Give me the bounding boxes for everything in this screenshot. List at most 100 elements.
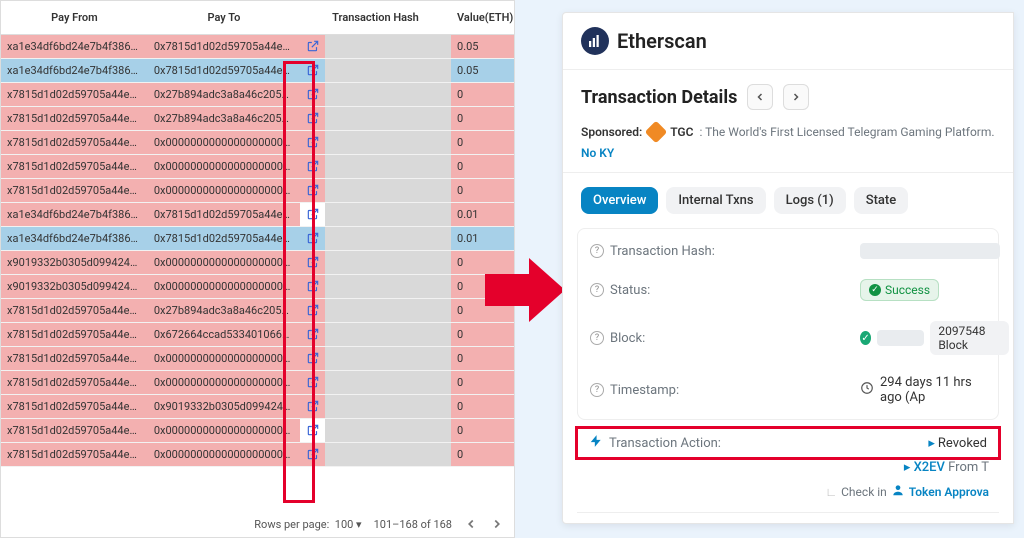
pagination-range: 101–168 of 168 [374, 518, 452, 531]
cell-tx-hash [325, 59, 451, 83]
cell-pay-from: xa1e34df6bd24e7b4f3862aeb39... [1, 203, 148, 227]
table-row[interactable]: xa1e34df6bd24e7b4f3862aeb39...0x7815d1d0… [1, 203, 514, 227]
cell-pay-to: 0x000000000000000000000000... [148, 347, 300, 371]
block-confirmations: 2097548 Block [930, 321, 1009, 355]
label-tx-hash: Transaction Hash: [610, 244, 715, 259]
open-tx-link[interactable] [300, 83, 325, 107]
open-tx-link[interactable] [300, 275, 325, 299]
help-icon[interactable]: ? [590, 283, 604, 297]
cell-pay-from: x7815d1d02d59705a44eaab71b... [1, 155, 148, 179]
table-row[interactable]: x7815d1d02d59705a44eaab71b...0x27b894adc… [1, 107, 514, 131]
cell-pay-from: x7815d1d02d59705a44eaab71b... [1, 179, 148, 203]
table-row[interactable]: x7815d1d02d59705a44eaab71b...0x000000000… [1, 179, 514, 203]
cell-value: 0 [451, 347, 514, 371]
label-status: Status: [610, 283, 650, 298]
table-row[interactable]: x7815d1d02d59705a44eaab71b...0x000000000… [1, 371, 514, 395]
table-row[interactable]: x7815d1d02d59705a44eaab71b...0x000000000… [1, 155, 514, 179]
table-row[interactable]: x7815d1d02d59705a44eaab71b...0x000000000… [1, 443, 514, 467]
cell-tx-hash [325, 131, 451, 155]
block-number-redacted [877, 330, 924, 346]
table-row[interactable]: xa1e34df6bd24e7b4f3862aeb39...0x7815d1d0… [1, 59, 514, 83]
open-tx-link[interactable] [300, 179, 325, 203]
cell-tx-hash [325, 179, 451, 203]
tab-state[interactable]: State [854, 187, 909, 214]
external-link-icon [304, 277, 322, 295]
sponsored-link[interactable]: No KY [581, 146, 614, 160]
open-tx-link[interactable] [300, 59, 325, 83]
cell-value: 0 [451, 83, 514, 107]
tab-overview[interactable]: Overview [581, 187, 658, 214]
open-tx-link[interactable] [300, 299, 325, 323]
table-row[interactable]: x7815d1d02d59705a44eaab71b...0x672664cca… [1, 323, 514, 347]
cell-pay-to: 0x7815d1d02d59705a44eaab71b... [148, 203, 300, 227]
open-tx-link[interactable] [300, 443, 325, 467]
tab-logs[interactable]: Logs (1) [774, 187, 846, 214]
tgc-name: TGC [670, 125, 693, 139]
status-badge: ✓Success [860, 279, 939, 301]
table-row[interactable]: x7815d1d02d59705a44eaab71b...0x9019332b0… [1, 395, 514, 419]
clock-icon [860, 381, 874, 399]
cell-value: 0 [451, 179, 514, 203]
table-row[interactable]: xa1e34df6bd24e7b4f3862aeb39...0x7815d1d0… [1, 35, 514, 59]
external-link-icon [304, 445, 322, 463]
cell-value: 0 [451, 395, 514, 419]
label-timestamp: Timestamp: [610, 383, 679, 398]
open-tx-link[interactable] [300, 371, 325, 395]
open-tx-link[interactable] [300, 35, 325, 59]
next-tx-button[interactable] [783, 84, 809, 110]
open-tx-link[interactable] [300, 107, 325, 131]
cell-pay-to: 0x7815d1d02d59705a44eaab71b... [148, 227, 300, 251]
table-row[interactable]: xa1e34df6bd24e7b4f3862aeb39...0x7815d1d0… [1, 227, 514, 251]
cell-tx-hash [325, 83, 451, 107]
cell-pay-to: 0x000000000000000000000000... [148, 251, 300, 275]
open-tx-link[interactable] [300, 323, 325, 347]
table-row[interactable]: x9019332b0305d09942497e17...0x0000000000… [1, 251, 514, 275]
etherscan-panel: Etherscan Transaction Details Sponsored:… [562, 12, 1014, 524]
open-tx-link[interactable] [300, 203, 325, 227]
table-row[interactable]: x9019332b0305d09942497e17...0x0000000000… [1, 275, 514, 299]
tgc-icon [645, 121, 668, 144]
etherscan-logo-icon [581, 27, 609, 55]
x2ev-link[interactable]: X2EV [914, 460, 945, 475]
col-header-pay-to[interactable]: Pay To [148, 1, 300, 35]
open-tx-link[interactable] [300, 347, 325, 371]
open-tx-link[interactable] [300, 395, 325, 419]
cell-value: 0 [451, 155, 514, 179]
col-header-tx-hash[interactable]: Transaction Hash [300, 1, 451, 35]
tx-action-revoked: ▸Revoked [928, 436, 987, 451]
cell-pay-to: 0x000000000000000000000000... [148, 443, 300, 467]
prev-page-button[interactable] [464, 517, 478, 531]
col-header-pay-from[interactable]: Pay From [1, 1, 148, 35]
help-icon[interactable]: ? [590, 244, 604, 258]
table-row[interactable]: x7815d1d02d59705a44eaab71b...0x000000000… [1, 419, 514, 443]
cell-pay-from: x9019332b0305d09942497e17... [1, 251, 148, 275]
open-tx-link[interactable] [300, 131, 325, 155]
open-tx-link[interactable] [300, 419, 325, 443]
tab-internal-txns[interactable]: Internal Txns [666, 187, 765, 214]
col-header-value[interactable]: Value(ETH) [451, 1, 514, 35]
help-icon[interactable]: ? [590, 331, 604, 345]
cell-pay-from: x7815d1d02d59705a44eaab71b... [1, 347, 148, 371]
table-row[interactable]: x7815d1d02d59705a44eaab71b...0x000000000… [1, 131, 514, 155]
cell-pay-from: x7815d1d02d59705a44eaab71b... [1, 131, 148, 155]
open-tx-link[interactable] [300, 251, 325, 275]
checkin-label: Check in [841, 485, 887, 499]
table-row[interactable]: x7815d1d02d59705a44eaab71b...0x27b894adc… [1, 83, 514, 107]
cell-tx-hash [325, 395, 451, 419]
cell-tx-hash [325, 323, 451, 347]
table-row[interactable]: x7815d1d02d59705a44eaab71b...0x000000000… [1, 347, 514, 371]
table-row[interactable]: x7815d1d02d59705a44eaab71b...0x27b894adc… [1, 299, 514, 323]
cell-value: 0.01 [451, 203, 514, 227]
prev-tx-button[interactable] [747, 84, 773, 110]
token-approval-link[interactable]: Token Approva [909, 485, 989, 499]
rows-per-page-value[interactable]: 100 [335, 518, 354, 531]
cell-pay-from: xa1e34df6bd24e7b4f3862aeb39... [1, 227, 148, 251]
next-page-button[interactable] [490, 517, 504, 531]
help-icon[interactable]: ? [590, 383, 604, 397]
open-tx-link[interactable] [300, 155, 325, 179]
cell-tx-hash [325, 443, 451, 467]
open-tx-link[interactable] [300, 227, 325, 251]
cell-pay-from: x7815d1d02d59705a44eaab71b... [1, 323, 148, 347]
cell-tx-hash [325, 371, 451, 395]
sponsored-label: Sponsored: [581, 125, 642, 139]
